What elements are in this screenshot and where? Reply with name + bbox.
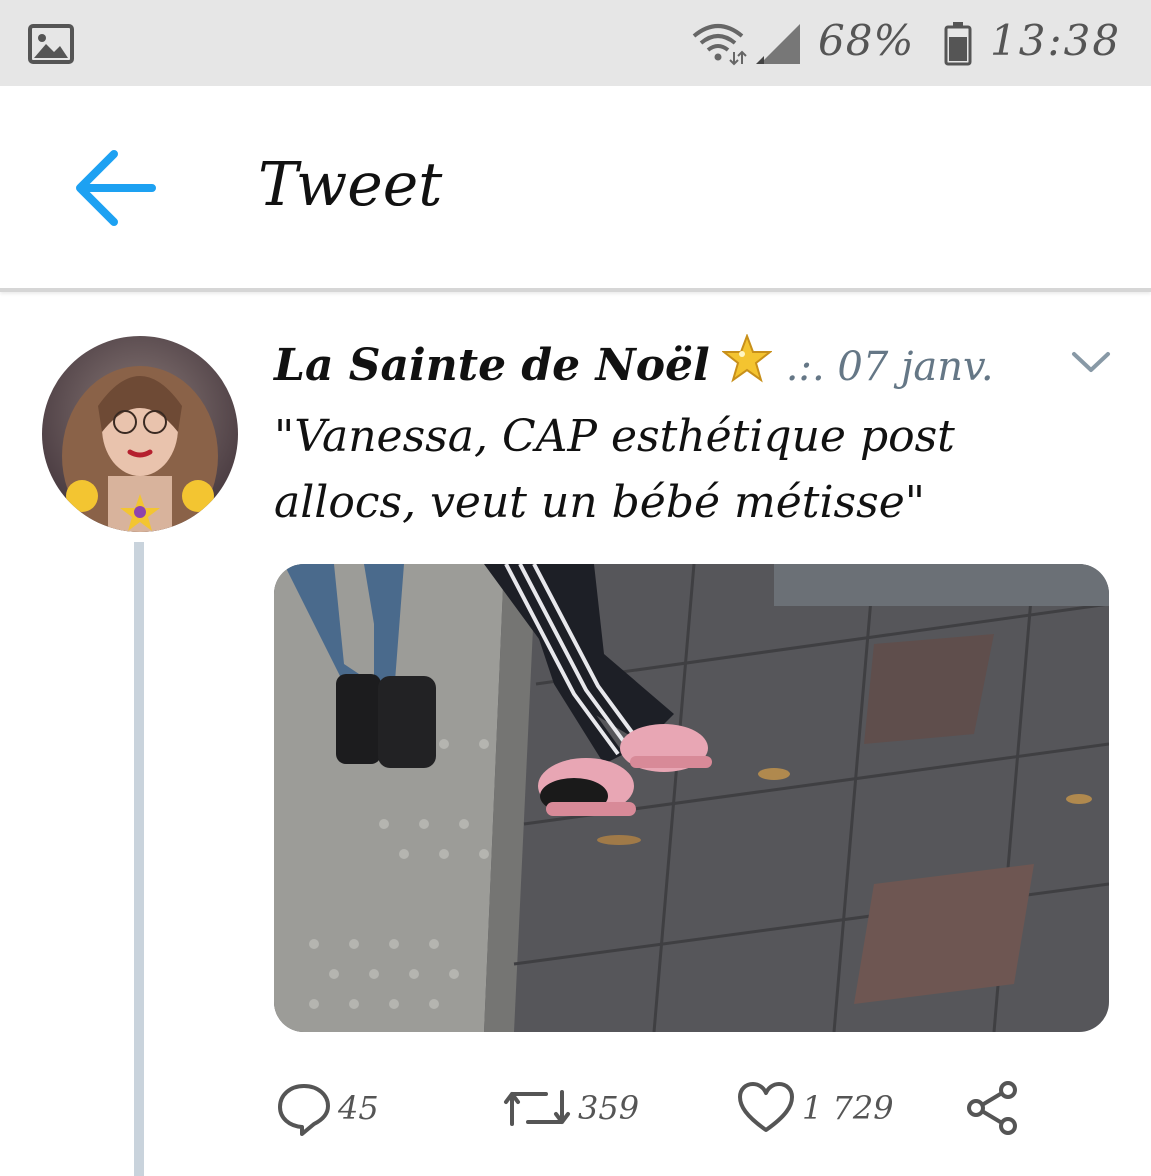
like-count: 1 729 (802, 1089, 894, 1127)
clock: 13:38 (990, 16, 1122, 65)
tweet-text: "Vanessa, CAP esthétique post allocs, ve… (274, 411, 955, 528)
reply-count: 45 (338, 1089, 379, 1127)
star-icon (720, 333, 773, 388)
tweet-photo[interactable] (274, 564, 1109, 1032)
share-button[interactable] (964, 1080, 1024, 1136)
like-button[interactable]: 1 729 (736, 1080, 894, 1136)
thread-line (134, 542, 144, 1176)
page-title: Tweet (258, 150, 443, 220)
avatar[interactable] (42, 336, 238, 532)
battery-percentage: 68% (818, 16, 915, 65)
battery-icon (944, 22, 972, 70)
gallery-icon (28, 24, 74, 68)
reply-button[interactable]: 45 (276, 1080, 379, 1136)
tweet-date: .:. 07 janv. (785, 344, 994, 390)
signal-icon (756, 22, 802, 70)
back-arrow-icon[interactable] (72, 148, 158, 232)
app-header: Tweet (0, 86, 1151, 292)
wifi-icon (690, 22, 750, 70)
heart-icon (736, 1082, 796, 1132)
retweet-button[interactable]: 359 (502, 1080, 639, 1136)
display-name[interactable]: La Sainte de Noël (274, 340, 710, 391)
retweet-icon (502, 1090, 572, 1126)
status-bar: 68% 13:38 (0, 0, 1151, 86)
tweet-header: La Sainte de Noël .:. 07 janv. (274, 333, 994, 394)
retweet-count: 359 (578, 1089, 640, 1127)
share-icon (964, 1081, 1024, 1135)
chevron-down-icon[interactable] (1070, 350, 1112, 380)
reply-icon (276, 1084, 332, 1136)
